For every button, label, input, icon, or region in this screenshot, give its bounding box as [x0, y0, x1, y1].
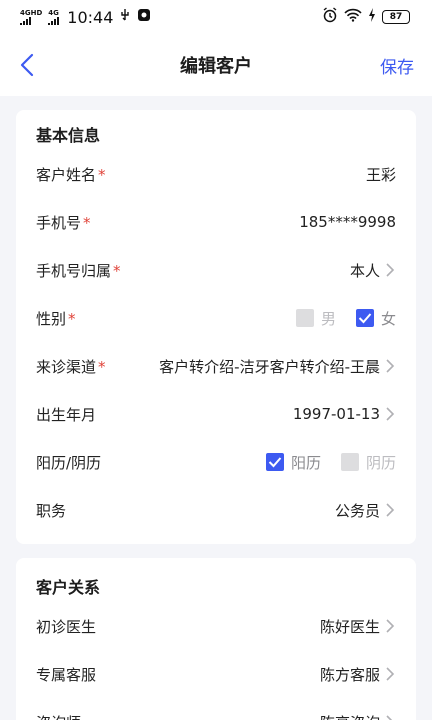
chevron-right-icon [386, 715, 393, 720]
row-label: 初诊医生 [36, 617, 97, 636]
calendar-option-solar[interactable]: 阳历 [265, 452, 321, 473]
row-label: 职务 [36, 501, 67, 520]
phone-row[interactable]: 手机号 * 185****9998 [36, 198, 396, 246]
network-label-1: 4GHD [20, 8, 43, 17]
phone-owner-value: 本人 [350, 260, 396, 281]
exclusive-service-row[interactable]: 专属客服 陈方客服 [36, 650, 396, 698]
consultant-value: 陈亮咨询 [320, 712, 396, 720]
row-label: 咨询师 [36, 712, 81, 720]
row-label: 客户姓名 * [36, 165, 106, 184]
visit-channel-value: 客户转介绍-洁牙客户转介绍-王晨 [159, 356, 396, 377]
app-notification-icon [137, 8, 151, 26]
checkbox-checked-icon[interactable] [265, 453, 284, 471]
row-label: 来诊渠道 * [36, 357, 106, 376]
required-mark: * [113, 261, 121, 280]
position-row[interactable]: 职务 公务员 [36, 486, 396, 534]
clock: 10:44 [67, 7, 114, 27]
section-title: 客户关系 [36, 578, 101, 597]
position-value: 公务员 [335, 500, 396, 521]
page-title: 编辑客户 [180, 56, 252, 77]
signal-2: 4G [48, 8, 60, 25]
first-doctor-value: 陈好医生 [320, 616, 396, 637]
signal-1: 4GHD [20, 8, 43, 25]
calendar-option-lunar[interactable]: 阴历 [340, 452, 396, 473]
usb-icon [119, 8, 131, 26]
phone-value: 185****9998 [299, 213, 396, 231]
phone-owner-row[interactable]: 手机号归属 * 本人 [36, 246, 396, 294]
required-mark: * [83, 213, 91, 232]
consultant-row[interactable]: 咨询师 陈亮咨询 [36, 698, 396, 720]
visit-channel-row[interactable]: 来诊渠道 * 客户转介绍-洁牙客户转介绍-王晨 [36, 342, 396, 390]
required-mark: * [98, 165, 106, 184]
signal-bars-icon [20, 16, 42, 25]
birth-date-value: 1997-01-13 [293, 405, 396, 423]
row-label: 手机号 * [36, 213, 91, 232]
exclusive-service-value: 陈方客服 [320, 664, 396, 685]
nav-bar: 编辑客户 保存 [0, 34, 432, 96]
save-button[interactable]: 保存 [380, 53, 414, 78]
customer-name-value: 王彩 [365, 165, 396, 184]
row-label: 阳历/阴历 [36, 453, 102, 472]
chevron-right-icon [386, 619, 395, 633]
checkbox-unchecked[interactable] [340, 453, 359, 471]
required-mark: * [68, 309, 76, 328]
status-bar: 4GHD 4G 10:44 87 [0, 0, 432, 34]
chevron-right-icon [386, 263, 395, 277]
signal-bars-icon [48, 16, 60, 25]
network-label-2: 4G [48, 8, 59, 17]
chevron-right-icon [386, 667, 395, 681]
charging-icon [368, 8, 376, 26]
alarm-icon [322, 7, 338, 27]
battery-icon: 87 [382, 10, 410, 24]
checkbox-unchecked[interactable] [295, 309, 314, 327]
gender-option-male[interactable]: 男 [295, 308, 336, 329]
row-label: 出生年月 [36, 405, 97, 424]
row-label: 专属客服 [36, 665, 97, 684]
gender-option-female[interactable]: 女 [355, 308, 396, 329]
wifi-icon [344, 8, 362, 26]
section-title: 基本信息 [36, 126, 101, 145]
gender-row: 性别 * 男 女 [36, 294, 396, 342]
back-arrow-icon[interactable] [20, 53, 44, 77]
calendar-type-row: 阳历/阴历 阳历 阴历 [36, 438, 396, 486]
required-mark: * [98, 357, 106, 376]
chevron-right-icon [386, 359, 395, 373]
first-doctor-row[interactable]: 初诊医生 陈好医生 [36, 602, 396, 650]
row-label: 手机号归属 * [36, 261, 121, 280]
basic-info-card: 基本信息 客户姓名 * 王彩 手机号 * 185****9998 手机号归属 * 本人… [16, 110, 416, 544]
row-label: 性别 * [36, 309, 76, 328]
chevron-right-icon [386, 503, 395, 517]
checkbox-checked-icon[interactable] [355, 309, 374, 327]
customer-name-row[interactable]: 客户姓名 * 王彩 [36, 150, 396, 198]
birth-date-row[interactable]: 出生年月 1997-01-13 [36, 390, 396, 438]
chevron-right-icon [386, 407, 395, 421]
relation-card: 客户关系 初诊医生 陈好医生 专属客服 陈方客服 咨询师 陈亮咨询 [16, 558, 416, 720]
